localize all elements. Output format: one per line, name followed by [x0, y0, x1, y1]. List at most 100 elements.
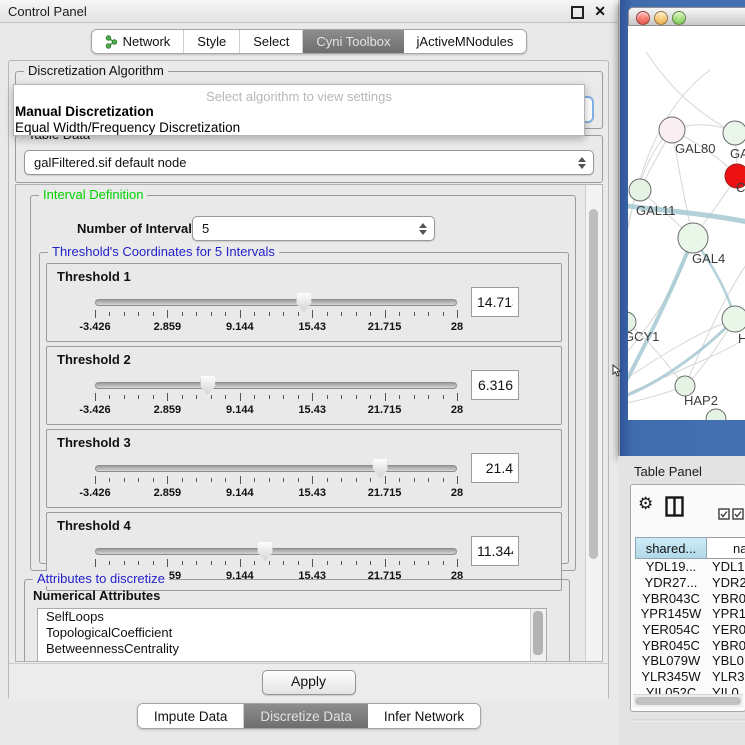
network-view-window[interactable]: GAL80GACGAL11GAL4GCY1HHAP2: [620, 0, 745, 456]
table-row[interactable]: YLR345WYLR3: [635, 669, 745, 685]
slider[interactable]: -3.4262.8599.14415.4321.71528: [95, 293, 457, 334]
apply-button[interactable]: Apply: [262, 670, 356, 695]
algorithm-options: Manual DiscretizationEqual Width/Frequen…: [15, 104, 585, 136]
tick-mark: [153, 478, 154, 482]
close-icon[interactable]: ✕: [594, 3, 606, 20]
attributes-scrollbar[interactable]: [530, 609, 546, 661]
cell-shared-name[interactable]: YLR345W: [635, 669, 707, 684]
tab-impute-data[interactable]: Impute Data: [138, 704, 245, 728]
network-window-titlebar[interactable]: [628, 7, 745, 26]
attribute-item[interactable]: SelfLoops: [38, 609, 546, 625]
slider-track[interactable]: [95, 299, 457, 306]
table-row[interactable]: YBL079WYBL0: [635, 653, 745, 669]
table-data-combobox[interactable]: galFiltered.sif default node: [24, 150, 594, 175]
cell-name[interactable]: YLR3: [707, 669, 745, 684]
table-row[interactable]: YER054CYER0: [635, 622, 745, 638]
table-row[interactable]: YDL19...YDL1: [635, 559, 745, 575]
tab-discretize-data[interactable]: Discretize Data: [244, 704, 368, 728]
algorithm-option-manual-discretization[interactable]: Manual Discretization: [15, 104, 585, 120]
gear-icon[interactable]: ⚙: [638, 495, 653, 512]
tick-mark: [414, 312, 415, 316]
tab-select[interactable]: Select: [240, 30, 303, 53]
tick-mark: [443, 561, 444, 565]
tick-mark: [196, 561, 197, 565]
column-layout-icon[interactable]: [665, 496, 684, 517]
control-panel-titlebar: Control Panel ✕: [0, 0, 618, 23]
cell-shared-name[interactable]: YBR043C: [635, 591, 707, 606]
threshold-panel: Threshold 3-3.4262.8599.14415.4321.71528: [46, 429, 562, 508]
network-node[interactable]: [723, 121, 745, 145]
threshold-value-field[interactable]: [471, 453, 519, 483]
scrollbar-thumb[interactable]: [589, 209, 598, 559]
cell-shared-name[interactable]: YDR27...: [635, 575, 707, 590]
column-header-shared[interactable]: shared...: [635, 537, 707, 559]
cell-shared-name[interactable]: YDL19...: [635, 559, 707, 574]
horizontal-scrollbar[interactable]: [633, 694, 743, 707]
threshold-value-field[interactable]: [471, 370, 519, 400]
tab-network[interactable]: Network: [92, 30, 185, 53]
table-row[interactable]: YPR145WYPR1: [635, 606, 745, 622]
combo-arrows-icon: [578, 157, 586, 169]
tick-mark: [182, 395, 183, 399]
table-row[interactable]: YBR043CYBR0: [635, 590, 745, 606]
table-data-group: Table Data galFiltered.sif default node: [15, 135, 603, 183]
cell-name[interactable]: YDL1: [707, 559, 745, 574]
network-node[interactable]: [722, 306, 745, 332]
slider-track[interactable]: [95, 382, 457, 389]
float-window-icon[interactable]: [571, 6, 584, 19]
attribute-item[interactable]: TopologicalCoefficient: [38, 625, 546, 641]
minimize-traffic-icon[interactable]: [654, 11, 668, 25]
algorithm-option-equal-width-frequency-discretization[interactable]: Equal Width/Frequency Discretization: [15, 120, 585, 136]
cell-shared-name[interactable]: YBL079W: [635, 653, 707, 668]
tick-mark: [283, 312, 284, 316]
tick-mark: [341, 478, 342, 482]
tick-mark: [182, 312, 183, 316]
threshold-value-field[interactable]: [471, 287, 519, 317]
table-row[interactable]: YBR045CYBR0: [635, 637, 745, 653]
cell-name[interactable]: YBR0: [707, 638, 745, 653]
tab-jactivemnodules[interactable]: jActiveMNodules: [404, 30, 527, 53]
cell-name[interactable]: YDR2: [707, 575, 745, 590]
cell-shared-name[interactable]: YBR045C: [635, 638, 707, 653]
tab-infer-network[interactable]: Infer Network: [368, 704, 480, 728]
number-of-intervals-combobox[interactable]: 5: [192, 216, 435, 241]
slider[interactable]: -3.4262.8599.14415.4321.71528: [95, 376, 457, 417]
tick-mark: [269, 478, 270, 482]
cell-name[interactable]: YBL0: [707, 653, 744, 668]
vertical-scrollbar[interactable]: [585, 185, 602, 661]
checkbox-icon[interactable]: [718, 508, 730, 520]
network-node[interactable]: [706, 409, 726, 420]
scrollbar-thumb[interactable]: [533, 611, 543, 655]
network-node[interactable]: [629, 179, 651, 201]
numerical-attributes-list[interactable]: SelfLoopsTopologicalCoefficientBetweenne…: [37, 608, 547, 662]
network-node[interactable]: [678, 223, 708, 253]
tick-mark: [356, 395, 357, 399]
checkbox-icon[interactable]: [732, 508, 744, 520]
cell-name[interactable]: YPR1: [707, 606, 745, 621]
zoom-traffic-icon[interactable]: [672, 11, 686, 25]
column-header-na[interactable]: na: [707, 537, 745, 559]
network-canvas[interactable]: GAL80GACGAL11GAL4GCY1HHAP2: [628, 26, 745, 420]
threshold-value-field[interactable]: [471, 536, 519, 566]
mouse-cursor: [612, 364, 622, 380]
tick-mark: [370, 312, 371, 316]
slider[interactable]: -3.4262.8599.14415.4321.71528: [95, 459, 457, 500]
cell-name[interactable]: YBR0: [707, 591, 745, 606]
bottom-tab-group: Impute DataDiscretize DataInfer Network: [137, 703, 481, 729]
tab-style[interactable]: Style: [184, 30, 240, 53]
cell-shared-name[interactable]: YER054C: [635, 622, 707, 637]
panel-divider: [630, 719, 745, 722]
cell-shared-name[interactable]: YPR145W: [635, 606, 707, 621]
scrollbar-thumb[interactable]: [635, 697, 741, 705]
slider-track[interactable]: [95, 465, 457, 472]
cell-name[interactable]: YER0: [707, 622, 745, 637]
tab-label: jActiveMNodules: [417, 34, 514, 49]
attribute-item[interactable]: BetweennessCentrality: [38, 641, 546, 657]
close-traffic-icon[interactable]: [636, 11, 650, 25]
slider-track[interactable]: [95, 548, 457, 555]
tick-mark: [153, 312, 154, 316]
table-row[interactable]: YDR27...YDR2: [635, 575, 745, 591]
tick-mark: [254, 561, 255, 565]
tab-cyni-toolbox[interactable]: Cyni Toolbox: [303, 30, 403, 53]
network-node[interactable]: [659, 117, 685, 143]
